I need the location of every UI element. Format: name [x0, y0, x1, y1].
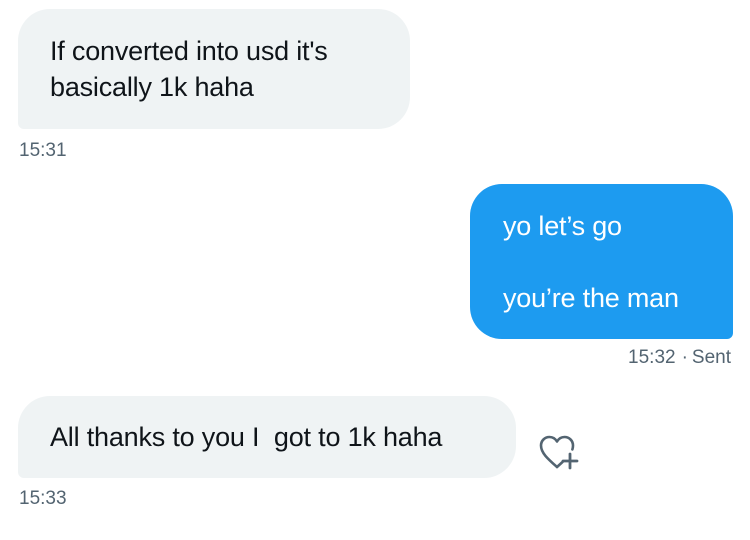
message-timestamp: 15:33 — [19, 488, 67, 509]
message-text: you’re the man — [503, 283, 679, 313]
message-text: If converted into usd it's — [50, 36, 328, 66]
message-timestamp: 15:32 — [628, 347, 676, 368]
message-text: yo let’s go — [503, 211, 622, 241]
message-text: basically 1k haha — [50, 72, 254, 102]
message-bubble-incoming[interactable]: If converted into usd it's basically 1k … — [18, 9, 410, 129]
delivery-status: Sent — [691, 347, 731, 368]
message-bubble-outgoing[interactable]: yo let’s go you’re the man — [470, 184, 733, 339]
message-bubble-incoming[interactable]: All thanks to you I got to 1k haha — [18, 396, 516, 478]
meta-separator: · — [681, 347, 688, 368]
heart-plus-icon — [539, 435, 579, 470]
message-timestamp: 15:31 — [19, 140, 67, 161]
message-meta: 15:32 · Sent — [628, 347, 731, 369]
add-reaction-button[interactable] — [538, 433, 582, 473]
message-text: All thanks to you I got to 1k haha — [50, 422, 443, 452]
